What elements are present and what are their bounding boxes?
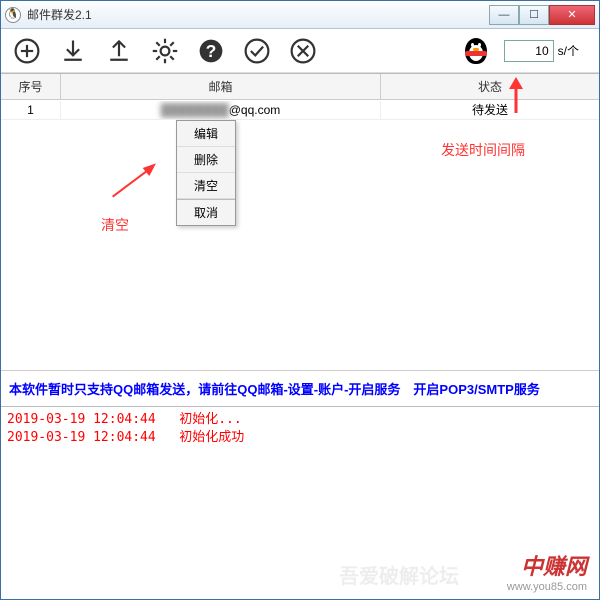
export-button[interactable] [103, 35, 135, 67]
cell-email: ████████@qq.com [61, 101, 381, 119]
app-icon: 🐧 [5, 7, 21, 23]
menu-clear[interactable]: 清空 [177, 173, 235, 199]
help-button[interactable]: ? [195, 35, 227, 67]
menu-cancel[interactable]: 取消 [177, 199, 235, 225]
table-header: 序号 邮箱 状态 [1, 74, 599, 100]
upload-icon [105, 37, 133, 65]
log-panel[interactable]: 2019-03-19 12:04:44 初始化... 2019-03-19 12… [1, 406, 599, 574]
interval-control: s/个 [504, 40, 579, 62]
check-circle-icon [243, 37, 271, 65]
download-icon [59, 37, 87, 65]
window-title: 邮件群发2.1 [27, 6, 489, 23]
interval-unit: s/个 [558, 42, 579, 59]
cell-status: 待发送 [381, 99, 599, 120]
maximize-button[interactable]: ☐ [519, 5, 549, 25]
table-row[interactable]: 1 ████████@qq.com 待发送 [1, 100, 599, 120]
annotation-clear: 清空 [101, 215, 129, 235]
interval-input[interactable] [504, 40, 554, 62]
close-button[interactable]: ✕ [549, 5, 595, 25]
context-menu: 编辑 删除 清空 取消 [176, 120, 236, 226]
annotation-interval: 发送时间间隔 [441, 140, 525, 160]
plus-circle-icon [13, 37, 41, 65]
table-body: 编辑 删除 清空 取消 清空 发送时间间隔 [1, 120, 599, 370]
question-circle-icon: ? [197, 37, 225, 65]
stop-button[interactable] [287, 35, 319, 67]
toolbar: ? s/个 [1, 29, 599, 73]
menu-delete[interactable]: 删除 [177, 147, 235, 173]
qq-icon[interactable] [462, 37, 490, 65]
arrow-icon [106, 160, 166, 200]
log-line: 2019-03-19 12:04:44 初始化成功 [7, 429, 593, 447]
header-email[interactable]: 邮箱 [61, 74, 381, 99]
log-line: 2019-03-19 12:04:44 初始化... [7, 411, 593, 429]
x-circle-icon [289, 37, 317, 65]
app-window: 🐧 邮件群发2.1 — ☐ ✕ ? [0, 0, 600, 600]
svg-text:?: ? [206, 41, 217, 61]
import-button[interactable] [57, 35, 89, 67]
minimize-button[interactable]: — [489, 5, 519, 25]
titlebar[interactable]: 🐧 邮件群发2.1 — ☐ ✕ [1, 1, 599, 29]
notice-text: 本软件暂时只支持QQ邮箱发送，请前往QQ邮箱-设置-账户-开启服务 开启POP3… [1, 370, 599, 406]
add-button[interactable] [11, 35, 43, 67]
start-button[interactable] [241, 35, 273, 67]
menu-edit[interactable]: 编辑 [177, 121, 235, 147]
email-table: 序号 邮箱 状态 1 ████████@qq.com 待发送 编辑 删除 清空 … [1, 73, 599, 370]
gear-icon [151, 37, 179, 65]
header-status[interactable]: 状态 [381, 74, 599, 99]
settings-button[interactable] [149, 35, 181, 67]
cell-seq: 1 [1, 101, 61, 119]
window-controls: — ☐ ✕ [489, 5, 595, 25]
header-seq[interactable]: 序号 [1, 74, 61, 99]
